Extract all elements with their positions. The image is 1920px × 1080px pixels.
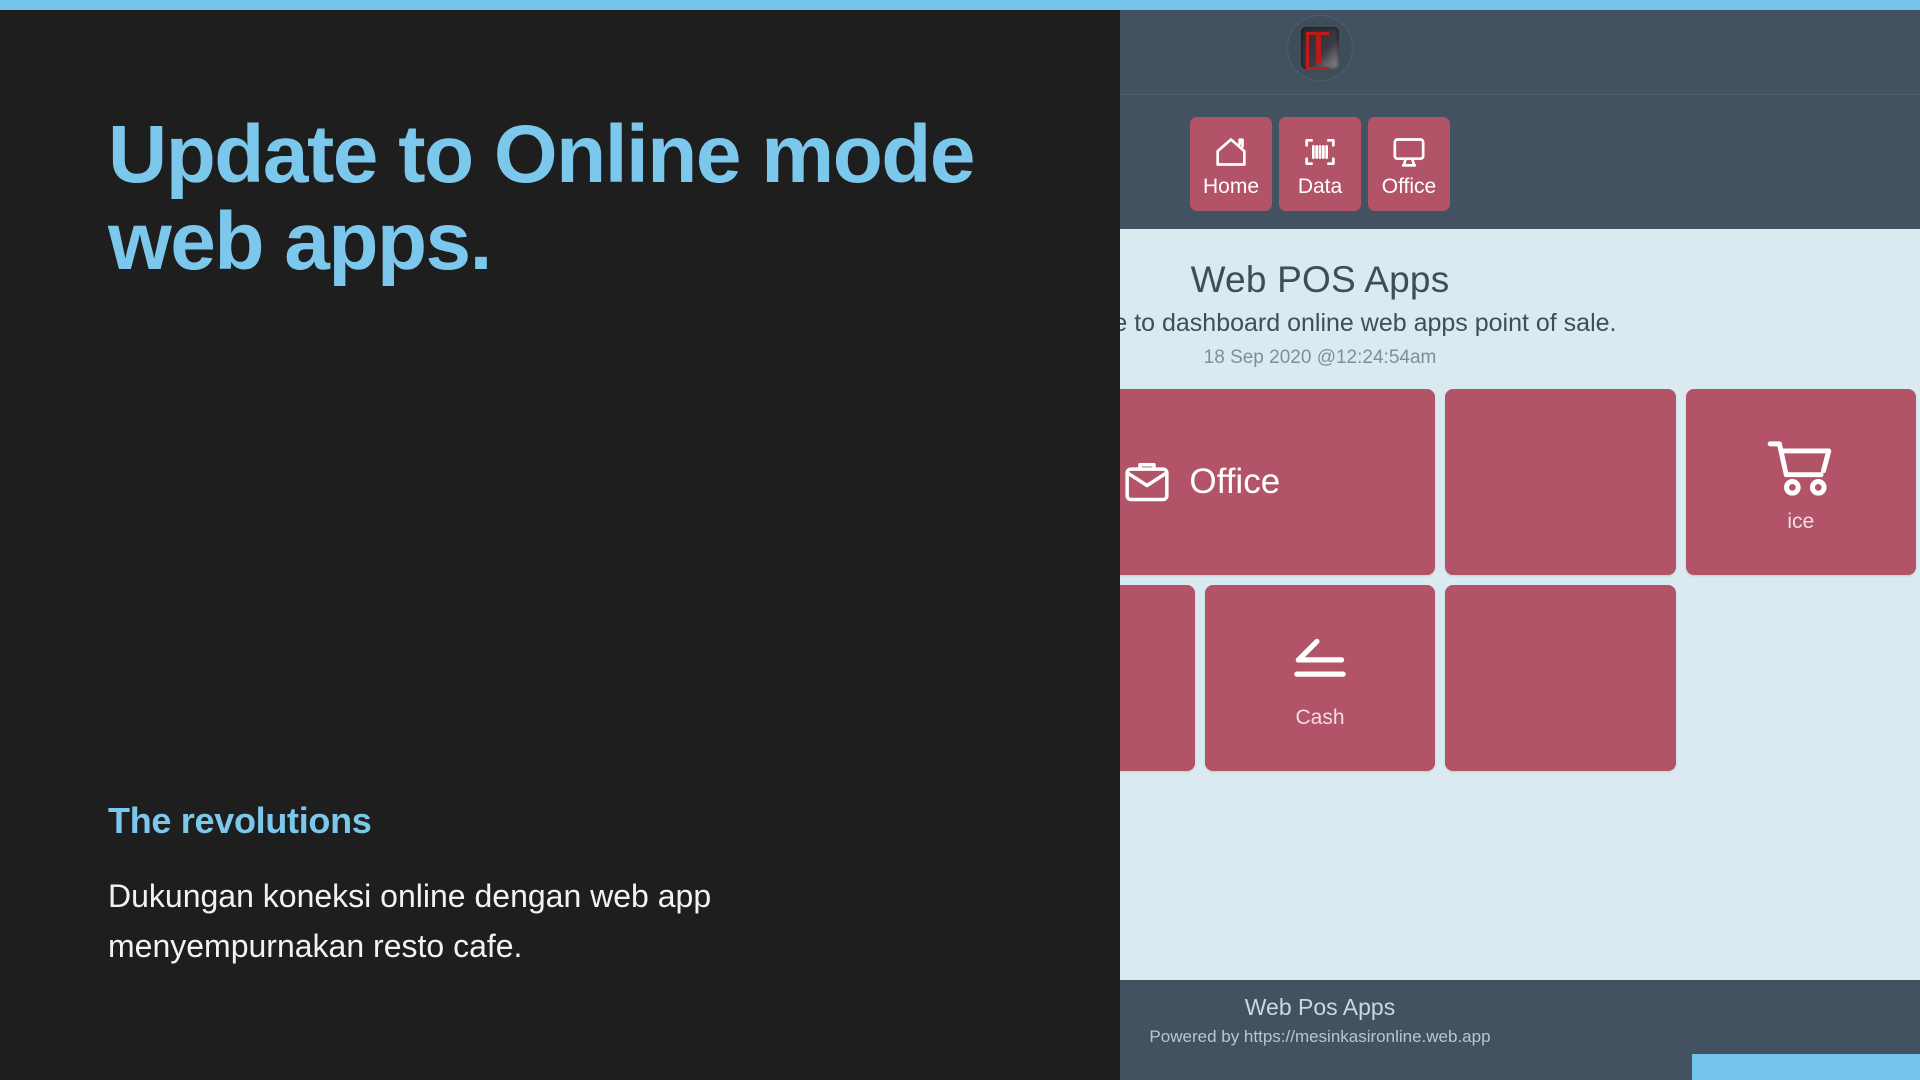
tile-profit[interactable]: Profit — [1120, 585, 1195, 771]
arrow-left-icon — [1294, 638, 1346, 677]
nav-button-office[interactable]: Office — [1368, 117, 1450, 211]
tile-blank-2[interactable] — [1445, 389, 1676, 575]
pos-dashboard: Web POS Apps Welcome to dashboard online… — [1120, 229, 1920, 980]
timestamp-text: 18 Sep 2020 @12:24:54am — [1203, 347, 1437, 368]
barcode-scan-icon — [1305, 138, 1335, 165]
cart-icon — [1767, 441, 1831, 496]
footer-app-name: Web Pos Apps — [1244, 994, 1396, 1020]
slide-panel: Update to Online mode web apps. The revo… — [0, 0, 1700, 1080]
pos-footer: Web Pos Apps Powered by https://mesinkas… — [1120, 980, 1920, 1080]
tile-grid: Office ice Cash — [1120, 389, 1920, 771]
app-logo[interactable] — [1288, 16, 1352, 80]
slide-top-accent-strip — [0, 0, 1700, 10]
nav-label-data: Data — [1297, 174, 1343, 198]
briefcase-icon — [1125, 462, 1169, 502]
tile-label-office: Office — [1189, 462, 1281, 501]
monitor-icon — [1393, 137, 1425, 167]
nav-button-home[interactable]: Home — [1190, 117, 1272, 211]
tile-office[interactable]: Office — [1120, 389, 1436, 575]
tile-cash[interactable]: Cash — [1204, 585, 1436, 771]
page-title: Web POS Apps — [1190, 259, 1450, 300]
slide-headline: Update to Online mode web apps. — [108, 109, 975, 287]
nav-label-office: Office — [1381, 174, 1437, 198]
home-icon — [1216, 137, 1246, 166]
nav-label-home: Home — [1202, 174, 1260, 198]
tile-price[interactable]: ice — [1685, 389, 1916, 575]
pos-app-window: Home Data Office Web POS Apps e to dashb… — [1120, 0, 1920, 1080]
nav-button-data[interactable]: Data — [1279, 117, 1361, 211]
tile-label-cash: Cash — [1295, 706, 1345, 729]
tile-blank-3[interactable] — [1445, 585, 1676, 771]
screenshot-stage: Home Data Office Web POS Apps e to dashb… — [0, 0, 1920, 1080]
bottom-accent-strip — [1692, 1054, 1920, 1080]
tile-label-price: ice — [1787, 510, 1815, 533]
slide-section-title: The revolutions — [108, 800, 372, 841]
welcome-text: Welcome to dashboard online web apps poi… — [1120, 309, 1617, 337]
pos-navbar: Home Data Office — [1190, 95, 1450, 229]
app-logo-icon — [1301, 27, 1339, 69]
footer-powered: Powered by https://mesinkasironline.web.… — [1149, 1027, 1491, 1046]
slide-body-text: Dukungan koneksi online dengan web app m… — [108, 878, 712, 964]
pos-header: Home Data Office — [1120, 10, 1920, 229]
